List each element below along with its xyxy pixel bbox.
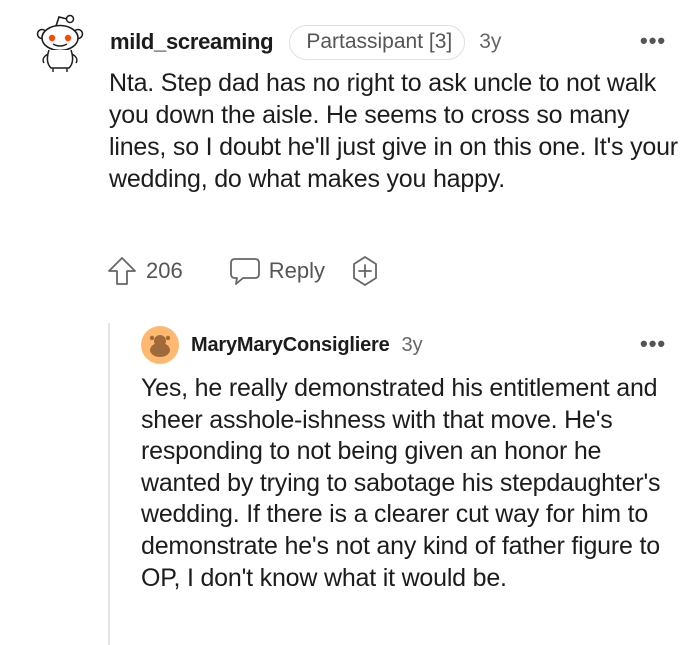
comment-age: 3y — [479, 30, 502, 53]
comment-body: Nta. Step dad has no right to ask uncle … — [109, 69, 678, 193]
comment-thread: mild_screaming Partassipant [3] 3y ••• N… — [0, 0, 700, 645]
comment-actions: 206 Reply — [106, 253, 381, 289]
more-options-icon[interactable]: ••• — [640, 28, 666, 54]
reply-header: MaryMaryConsigliere 3y — [191, 330, 423, 360]
reddit-snoo-avatar-icon[interactable] — [34, 12, 86, 72]
reply-more-options-icon[interactable]: ••• — [640, 331, 666, 357]
username[interactable]: mild_screaming — [110, 29, 274, 55]
vote-score: 206 — [146, 258, 183, 283]
reply-label: Reply — [268, 258, 325, 283]
reply-username[interactable]: MaryMaryConsigliere — [191, 334, 390, 357]
reply-button[interactable]: Reply — [229, 256, 325, 286]
upvote-arrow-icon[interactable] — [106, 255, 138, 287]
speech-bubble-icon — [229, 256, 261, 286]
user-flair-badge: Partassipant [3] — [289, 24, 466, 60]
comment-header: mild_screaming Partassipant [3] 3y — [110, 24, 501, 60]
user-avatar-icon[interactable] — [141, 326, 179, 364]
add-award-icon[interactable] — [349, 255, 381, 287]
reply-age: 3y — [401, 333, 423, 356]
thread-line[interactable] — [108, 323, 110, 645]
reply-body: Yes, he really demonstrated his entitlem… — [141, 374, 661, 592]
